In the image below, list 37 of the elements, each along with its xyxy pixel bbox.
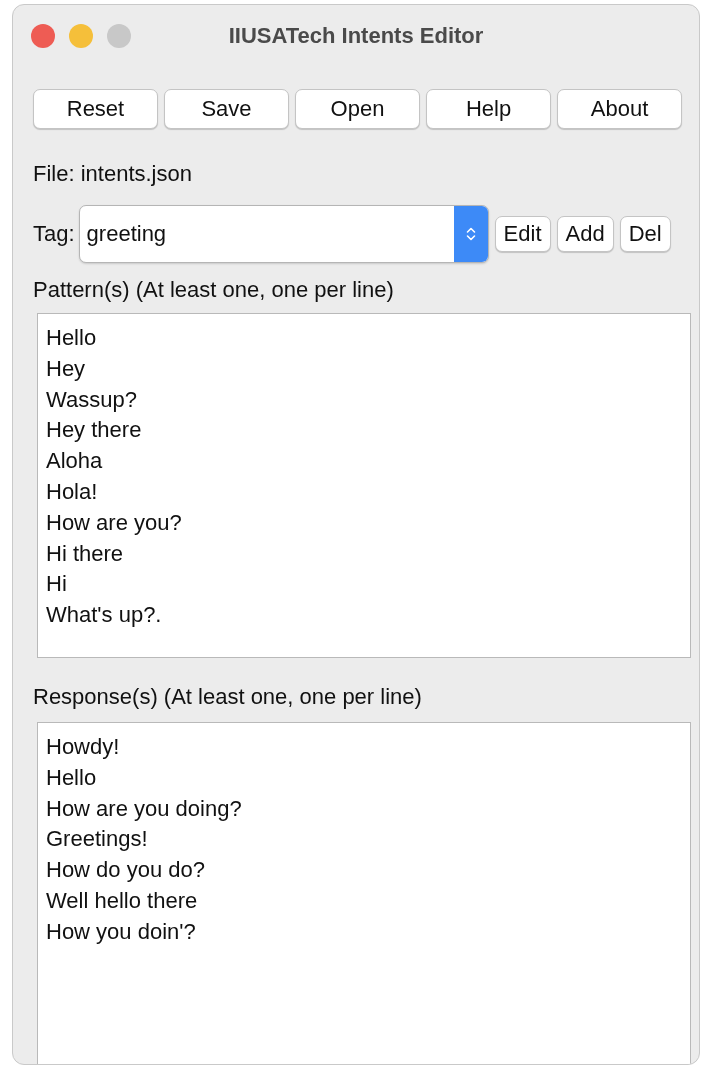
pattern-line: What's up?.	[46, 601, 162, 630]
tag-label: Tag:	[33, 221, 75, 247]
responses-label: Response(s) (At least one, one per line)	[33, 684, 423, 710]
toolbar-button[interactable]: Help	[426, 89, 551, 129]
tag-dropdown[interactable]: greeting	[78, 205, 489, 263]
pattern-line: Wassup?	[46, 385, 137, 414]
zoom-button[interactable]	[107, 24, 131, 48]
tag-button[interactable]: Add	[556, 216, 614, 252]
pattern-line: Hi	[46, 570, 67, 599]
file-label: File: intents.json	[33, 161, 193, 187]
patterns-label: Pattern(s) (At least one, one per line)	[33, 277, 395, 303]
window-title: IIUSATech Intents Editor	[228, 23, 484, 48]
pattern-line: Hey there	[46, 416, 142, 445]
responses-field[interactable]: Howdy! Hello How are you doing? Greetings! How do you do? Well hello there How you doin'?	[37, 722, 691, 1064]
response-line: Well hello there	[46, 887, 198, 915]
toolbar-button[interactable]: Save	[164, 89, 289, 129]
pattern-line: Hi there	[46, 539, 124, 568]
pattern-line: Hey	[46, 354, 86, 383]
response-line: How do you do?	[46, 856, 205, 885]
response-line: How you doin'?	[46, 917, 196, 946]
pattern-line: Hola!	[46, 478, 98, 506]
response-line: Greetings!	[46, 825, 148, 854]
pattern-line: How are you?	[46, 508, 182, 537]
response-line: Hello	[46, 763, 97, 792]
toolbar-button[interactable]: About	[557, 89, 682, 129]
toolbar-button[interactable]: Reset	[33, 89, 158, 129]
tag-button[interactable]: Del	[619, 216, 671, 252]
patterns-field[interactable]: Hello Hey Wassup? Hey there Aloha Hola! How are you? Hi there Hi What's up?.	[37, 313, 691, 658]
minimize-button[interactable]	[69, 24, 93, 48]
tag-button[interactable]: Edit	[494, 216, 551, 252]
toolbar-button[interactable]: Open	[295, 89, 420, 129]
close-button[interactable]	[31, 24, 55, 48]
response-line: How are you doing?	[46, 794, 242, 823]
stepper-icon	[465, 226, 476, 242]
pattern-line: Hello	[46, 324, 97, 352]
response-line: Howdy!	[46, 733, 120, 761]
pattern-line: Aloha	[46, 447, 103, 476]
